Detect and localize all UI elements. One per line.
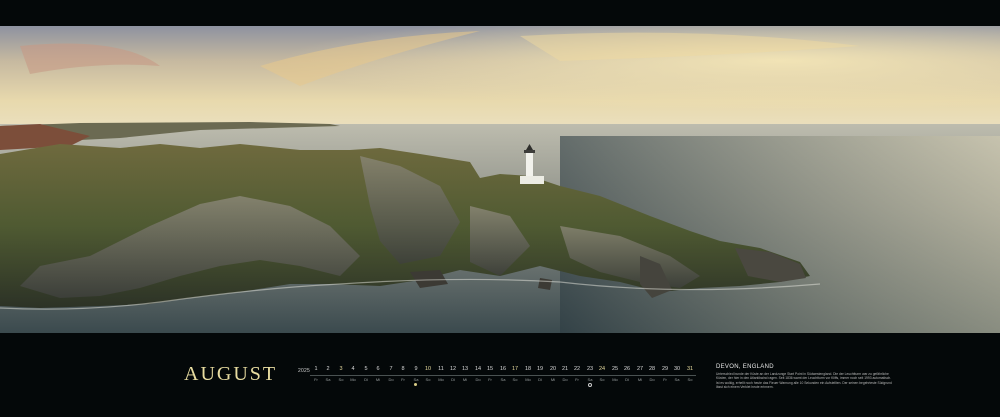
calendar-weekday-13: Mi [462,377,468,382]
calendar-day-13: 13 [461,366,469,372]
calendar-weekday-20: Mi [550,377,556,382]
calendar-weekday-30: Sa [674,377,680,382]
calendar-day-27: 27 [636,366,644,372]
calendar-day-25: 25 [611,366,619,372]
calendar-day-11: 11 [438,366,444,372]
calendar-day-26: 26 [623,366,631,372]
calendar-day-2: 2 [326,366,330,372]
calendar-weekday-16: Sa [500,377,506,382]
calendar-day-14: 14 [474,366,482,372]
calendar-days: 1 Fr 2 Sa 3 So 4 Mo 5 Di 6 Mi 7 Do 8 Fr 9 Sa 10 So 11 Mo 12 Di 1… [310,366,696,396]
calendar-weekday-3: So [338,377,344,382]
calendar-day-18: 18 [524,366,532,372]
month-title: AUGUST [184,363,278,385]
calendar-day-30: 30 [673,366,681,372]
calendar-weekday-14: Do [475,377,481,382]
calendar-day-3: 3 [339,366,343,372]
calendar-weekday-15: Fr [488,377,492,382]
calendar-weekday-18: Mo [525,377,531,382]
landscape-photo [0,26,1000,333]
full-moon-icon [414,383,417,386]
year-label: 2025 [298,368,310,374]
calendar-weekday-4: Mo [350,377,356,382]
lighthouse-coast-image [0,26,1000,333]
calendar-day-5: 5 [364,366,368,372]
calendar-weekday-8: Fr [401,377,405,382]
calendar-weekday-22: Fr [575,377,579,382]
calendar-weekday-31: So [687,377,693,382]
calendar-weekday-11: Mo [438,377,444,382]
calendar-day-15: 15 [486,366,494,372]
calendar-weekday-6: Mi [375,377,381,382]
calendar-weekday-23: Sa [587,377,593,382]
calendar-day-28: 28 [648,366,656,372]
calendar-day-24: 24 [598,366,606,372]
calendar-day-29: 29 [661,366,669,372]
calendar-weekday-1: Fr [314,377,318,382]
calendar-day-6: 6 [376,366,380,372]
calendar-day-1: 1 [314,366,318,372]
calendar-day-17: 17 [511,366,519,372]
calendar-weekday-24: So [599,377,605,382]
calendar-weekday-28: Do [649,377,655,382]
calendar-day-10: 10 [424,366,432,372]
caption-title: DEVON, ENGLAND [716,364,774,370]
calendar-day-8: 8 [401,366,405,372]
calendar-weekday-9: Sa [413,377,419,382]
calendar-day-19: 19 [536,366,544,372]
calendar-day-7: 7 [389,366,393,372]
calendar-weekday-10: So [425,377,431,382]
new-moon-icon [588,383,592,387]
calendar-day-22: 22 [573,366,581,372]
calendar-weekday-21: Do [562,377,568,382]
calendar-weekday-26: Di [625,377,629,382]
calendar-day-31: 31 [686,366,694,372]
top-border [0,0,1000,26]
calendar-day-9: 9 [414,366,418,372]
calendar-weekday-27: Mi [637,377,643,382]
calendar-weekday-25: Mo [612,377,618,382]
calendar-weekday-5: Di [364,377,368,382]
calendar-weekday-7: Do [388,377,394,382]
calendar-day-16: 16 [499,366,507,372]
calendar-day-23: 23 [586,366,594,372]
calendar-day-12: 12 [449,366,457,372]
calendar-weekday-29: Fr [663,377,667,382]
calendar-weekday-2: Sa [325,377,331,382]
calendar-weekday-19: Di [538,377,542,382]
calendar-day-4: 4 [351,366,355,372]
calendar-day-20: 20 [549,366,557,372]
caption-body: Unterschied bunde der Küste an der Landz… [716,372,892,389]
calendar-weekday-12: Di [451,377,455,382]
calendar-day-21: 21 [561,366,569,372]
calendar-weekday-17: So [512,377,518,382]
